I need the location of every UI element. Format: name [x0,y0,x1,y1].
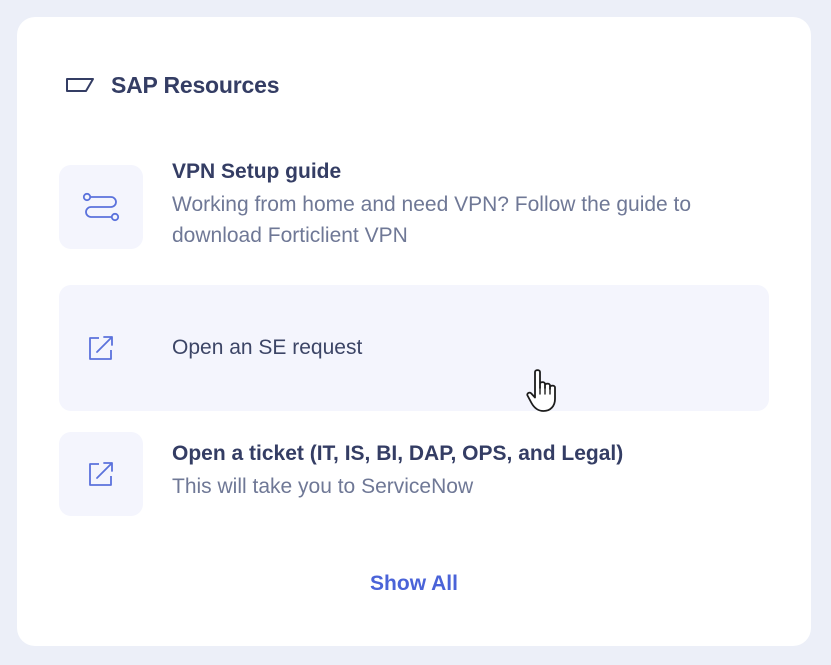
item-text: VPN Setup guide Working from home and ne… [172,159,762,251]
item-text: Open a ticket (IT, IS, BI, DAP, OPS, and… [172,441,762,502]
item-description: Working from home and need VPN? Follow t… [172,193,692,247]
resource-item-open-ticket[interactable]: Open a ticket (IT, IS, BI, DAP, OPS, and… [59,432,769,516]
item-title: Open an SE request [172,336,363,359]
resource-item-se-request[interactable]: Open an SE request [59,285,769,411]
item-icon-tile [59,165,143,249]
external-link-icon [89,462,113,486]
widget-title: SAP Resources [111,71,280,98]
hand-cursor-icon [526,369,556,412]
item-title: VPN Setup guide [172,160,342,183]
show-all-link[interactable]: Show All [17,572,811,596]
resources-card: SAP Resources VPN Setup guide Working fr… [17,17,811,646]
resource-item-vpn-guide[interactable]: VPN Setup guide Working from home and ne… [59,160,769,249]
route-icon [82,192,120,222]
item-description: This will take you to ServiceNow [172,475,474,498]
item-title: Open a ticket (IT, IS, BI, DAP, OPS, and… [172,442,624,465]
item-text: Open an SE request [172,335,362,361]
item-icon-tile [59,432,143,516]
tag-icon [66,78,94,92]
widget-header: SAP Resources [65,71,280,98]
external-link-icon [89,336,113,360]
item-icon-tile [59,306,143,390]
